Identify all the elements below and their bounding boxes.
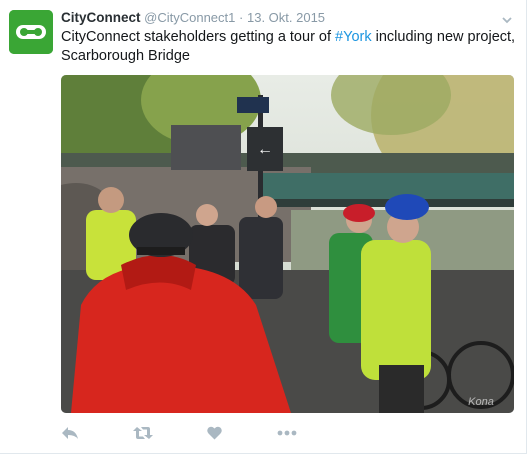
tweet-text: CityConnect stakeholders getting a tour … (61, 28, 516, 66)
separator: · (239, 10, 244, 25)
heart-icon (207, 426, 222, 440)
user-handle[interactable]: @CityConnect1 (144, 10, 235, 25)
photo-illustration: ← Kona (61, 75, 514, 413)
tweet-card: CityConnect @CityConnect1 · 13. Okt. 201… (0, 0, 527, 454)
like-button[interactable] (207, 424, 222, 442)
retweet-icon (133, 427, 153, 439)
tweet-photo[interactable]: ← Kona (61, 75, 514, 413)
timestamp[interactable]: 13. Okt. 2015 (247, 10, 325, 25)
tweet-header: CityConnect @CityConnect1 · 13. Okt. 201… (61, 9, 325, 26)
reply-icon (62, 427, 78, 439)
more-icon (277, 430, 297, 436)
tweet-text-start: CityConnect stakeholders getting a tour … (61, 29, 336, 45)
tweet-actions (61, 424, 361, 442)
chevron-down-icon[interactable] (502, 12, 512, 24)
photo-watermark: Kona (468, 396, 494, 408)
more-button[interactable] (277, 424, 297, 442)
display-name[interactable]: CityConnect (61, 10, 141, 25)
hashtag-link[interactable]: #York (335, 29, 372, 45)
photo-sign-arrow: ← (257, 141, 273, 158)
cityconnect-logo-icon (9, 10, 53, 54)
reply-button[interactable] (61, 424, 79, 442)
avatar[interactable] (9, 10, 53, 54)
retweet-button[interactable] (133, 424, 153, 442)
